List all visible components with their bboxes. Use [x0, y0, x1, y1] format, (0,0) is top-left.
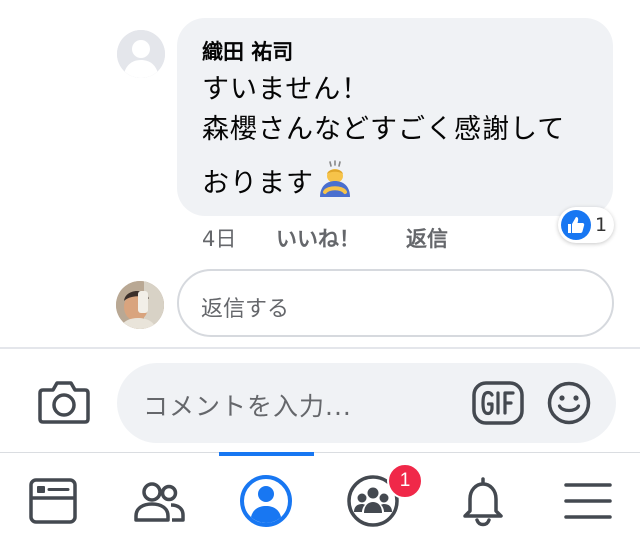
current-user-avatar: [116, 281, 164, 329]
person-bowing-icon: [316, 160, 354, 208]
active-tab-indicator: [219, 452, 314, 456]
gif-icon[interactable]: [472, 381, 524, 425]
composer-placeholder: コメントを入力...: [143, 392, 352, 421]
divider: [0, 347, 640, 349]
comment-text-line: 森櫻さんなどすごく感謝して: [202, 114, 566, 145]
groups-notification-badge: 1: [387, 463, 423, 499]
reply-input[interactable]: 返信する: [177, 269, 614, 337]
reaction-count: 1: [595, 214, 608, 236]
feed-icon[interactable]: [25, 473, 81, 529]
notifications-icon[interactable]: [455, 473, 511, 529]
comment-composer[interactable]: コメントを入力...: [117, 363, 616, 443]
bottom-navigation: [0, 452, 640, 542]
default-avatar-icon: [117, 30, 165, 78]
thumbs-up-icon: [561, 210, 591, 240]
comment-text-segment: おります: [202, 168, 314, 199]
reply-placeholder: 返信する: [201, 297, 290, 322]
comment-timestamp[interactable]: 4日: [202, 223, 236, 253]
reply-button[interactable]: 返信: [406, 223, 448, 253]
comment-text-line: すいません！: [202, 74, 370, 105]
like-button[interactable]: いいね！: [276, 223, 360, 253]
commenter-avatar[interactable]: [117, 30, 165, 78]
menu-icon[interactable]: [560, 473, 616, 529]
emoji-icon[interactable]: [547, 381, 591, 425]
comment-author[interactable]: 織田 祐司: [202, 36, 293, 66]
camera-icon[interactable]: [38, 379, 90, 425]
user-photo-icon: [116, 281, 164, 329]
friends-icon[interactable]: [131, 473, 187, 529]
comment-text-line: おります: [202, 160, 354, 208]
reaction-badge[interactable]: 1: [558, 207, 615, 243]
profile-icon[interactable]: [238, 473, 294, 529]
